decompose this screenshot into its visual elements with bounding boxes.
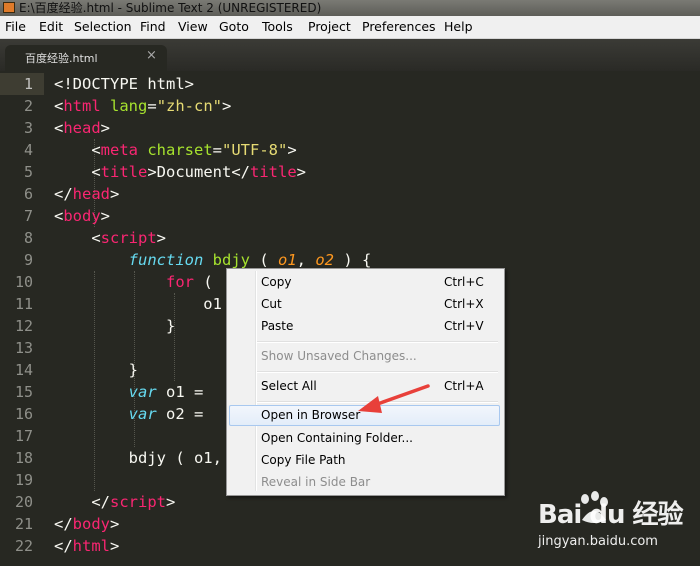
watermark-url: jingyan.baidu.com [538, 534, 658, 549]
watermark-logo: Bai du 经验 [538, 500, 683, 530]
baidu-jingyan-watermark: Bai du 经验 jingyan.baidu.com [530, 484, 700, 566]
annotation-arrow [358, 384, 430, 413]
